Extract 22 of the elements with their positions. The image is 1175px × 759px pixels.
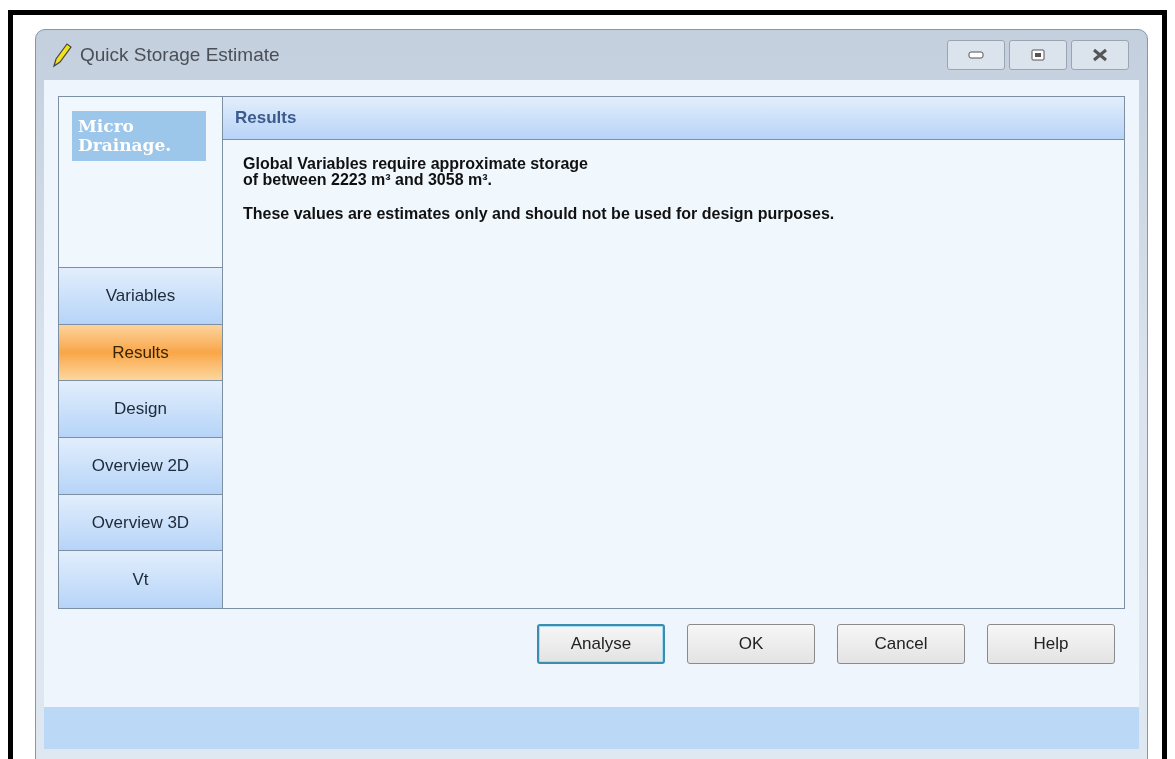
dialog-button[interactable]: Cancel bbox=[837, 624, 965, 664]
nav-tab[interactable]: Overview 2D bbox=[59, 438, 222, 495]
dialog-button[interactable]: OK bbox=[687, 624, 815, 664]
nav-tab[interactable]: Overview 3D bbox=[59, 494, 222, 552]
nav-tab[interactable]: Variables bbox=[59, 268, 222, 325]
close-icon bbox=[1091, 48, 1109, 62]
maximize-button[interactable] bbox=[1009, 40, 1067, 70]
nav-tab[interactable]: Vt bbox=[59, 551, 222, 608]
dialog-button[interactable]: Analyse bbox=[537, 624, 665, 664]
result-text: These values are estimates only and should not be used for design purposes. bbox=[243, 206, 836, 222]
dialog-button[interactable]: Help bbox=[987, 624, 1115, 664]
restore-icon bbox=[1031, 49, 1045, 61]
nav-tab[interactable]: Results bbox=[59, 324, 222, 382]
minimize-icon bbox=[968, 51, 984, 59]
result-text: Global Variables require approximate storage of between 2223 m³ and 3058 m³. bbox=[243, 156, 589, 188]
logo: Micro Drainage. bbox=[72, 111, 206, 161]
close-button[interactable] bbox=[1071, 40, 1129, 70]
nav-tab[interactable]: Design bbox=[59, 381, 222, 438]
window-title: Quick Storage Estimate bbox=[80, 42, 280, 67]
pencil-icon bbox=[50, 42, 72, 68]
panel-title: Results bbox=[235, 107, 297, 130]
minimize-button[interactable] bbox=[947, 40, 1005, 70]
